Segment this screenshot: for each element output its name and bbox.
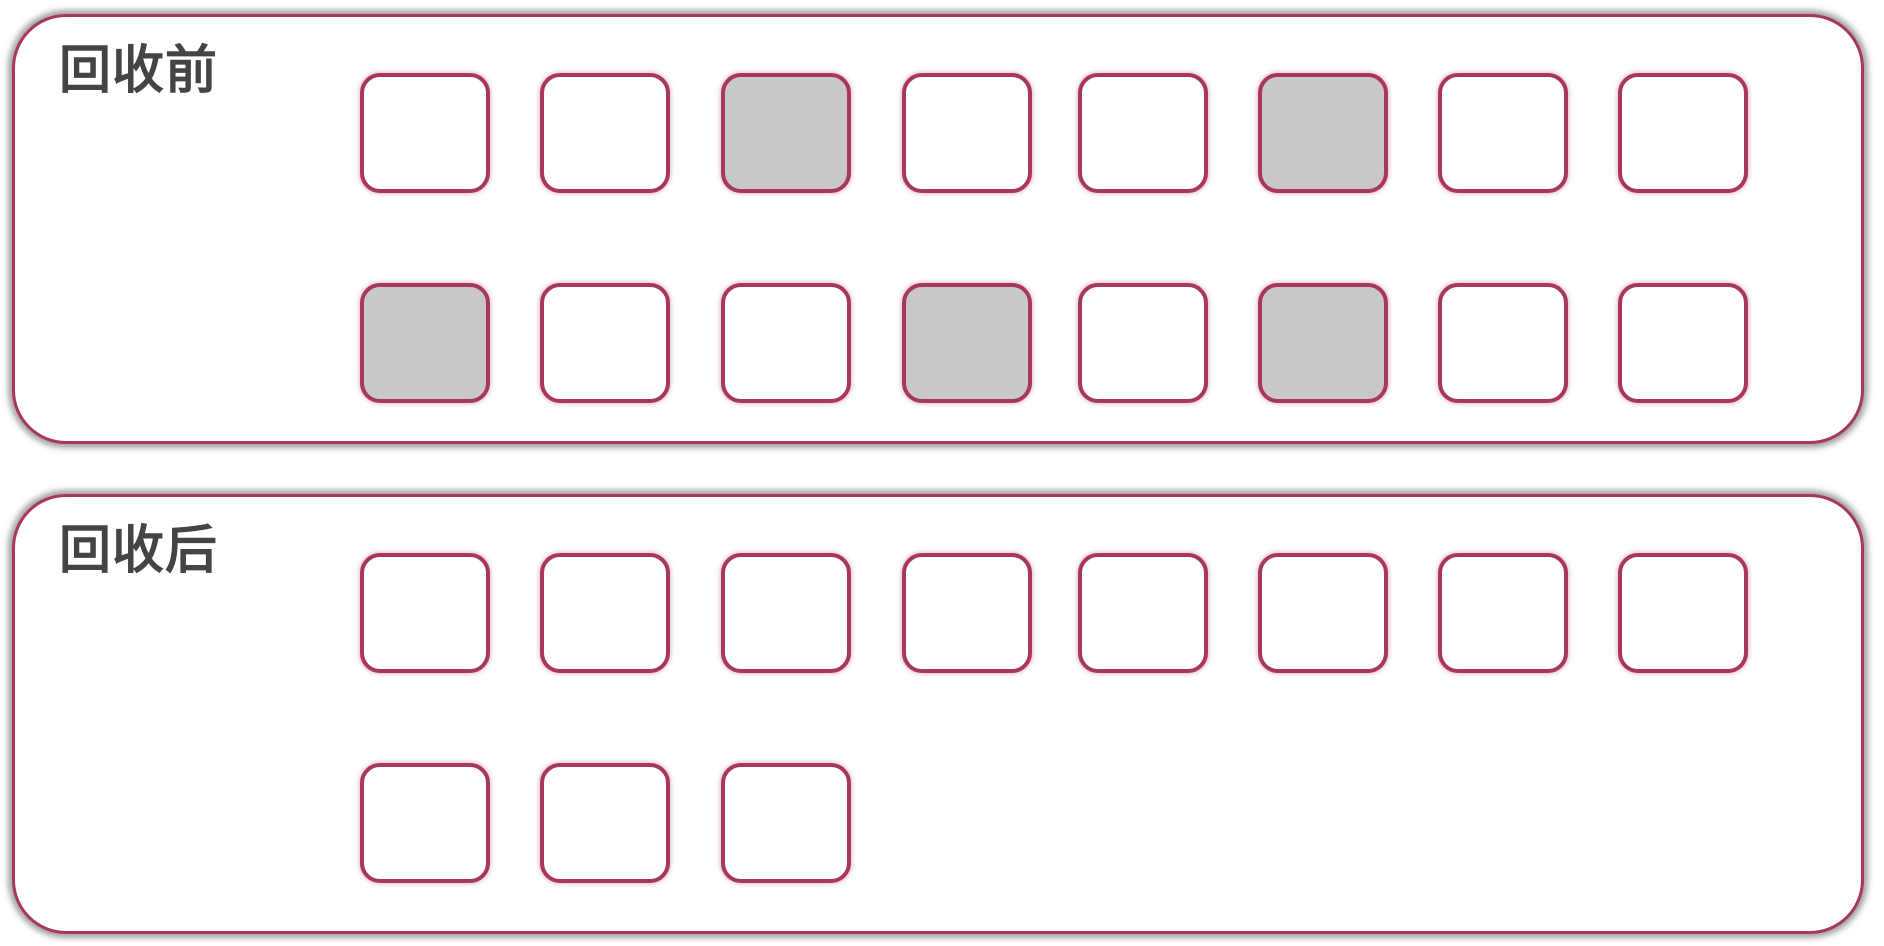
memory-block-empty bbox=[902, 553, 1032, 673]
memory-block-empty bbox=[360, 73, 490, 193]
memory-block-empty bbox=[540, 283, 670, 403]
memory-block-empty bbox=[721, 283, 851, 403]
memory-block-empty bbox=[1438, 283, 1568, 403]
memory-block-empty bbox=[721, 763, 851, 883]
memory-block-empty bbox=[540, 73, 670, 193]
memory-block-empty bbox=[1438, 73, 1568, 193]
memory-block-occupied bbox=[1258, 283, 1388, 403]
memory-block-occupied bbox=[1258, 73, 1388, 193]
memory-block-empty bbox=[1078, 283, 1208, 403]
memory-block-empty bbox=[360, 553, 490, 673]
memory-block-empty bbox=[1078, 73, 1208, 193]
memory-block-empty bbox=[1258, 553, 1388, 673]
memory-block-empty bbox=[902, 73, 1032, 193]
memory-block-empty bbox=[540, 553, 670, 673]
memory-block-occupied bbox=[902, 283, 1032, 403]
memory-block-empty bbox=[721, 553, 851, 673]
memory-block-empty bbox=[1618, 73, 1748, 193]
memory-block-empty bbox=[1618, 283, 1748, 403]
memory-block-empty bbox=[360, 763, 490, 883]
panel-before-collection: 回收前 bbox=[12, 14, 1864, 444]
panel-after-collection: 回收后 bbox=[12, 494, 1864, 934]
memory-block-occupied bbox=[721, 73, 851, 193]
memory-block-empty bbox=[1078, 553, 1208, 673]
memory-block-empty bbox=[540, 763, 670, 883]
memory-block-empty bbox=[1618, 553, 1748, 673]
memory-block-occupied bbox=[360, 283, 490, 403]
memory-block-empty bbox=[1438, 553, 1568, 673]
panel-title-before: 回收前 bbox=[59, 41, 219, 101]
panel-title-after: 回收后 bbox=[59, 521, 219, 581]
